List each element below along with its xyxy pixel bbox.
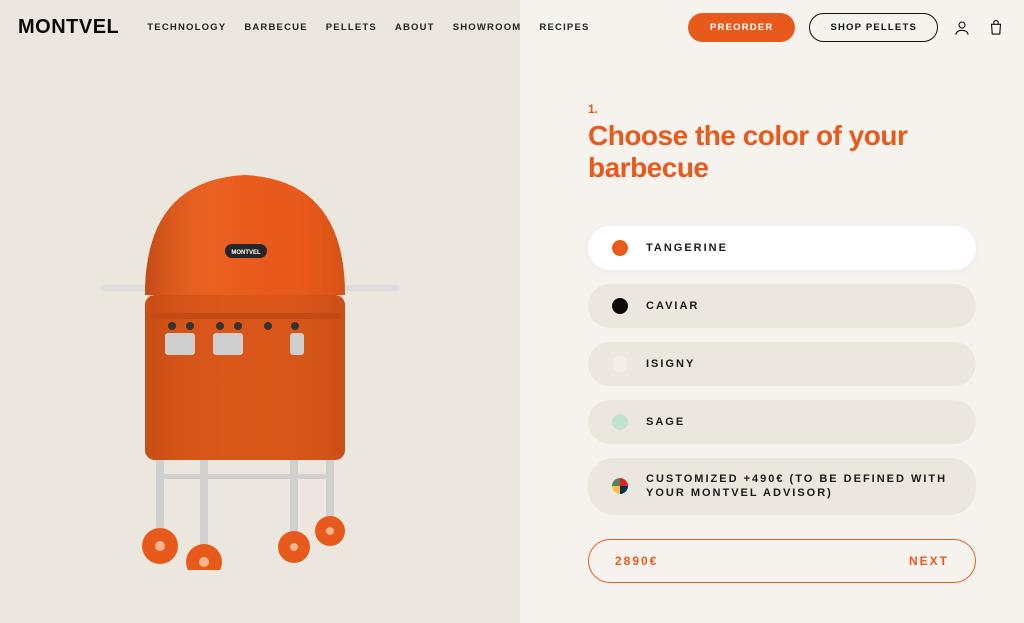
color-option-label: CAVIAR (646, 299, 699, 313)
color-option-label: SAGE (646, 415, 685, 429)
swatch-customized-icon (612, 478, 628, 494)
price-label: 2890€ (615, 554, 658, 568)
nav-pellets[interactable]: PELLETS (326, 22, 377, 33)
nav-recipes[interactable]: RECIPES (539, 22, 589, 33)
price-next-button[interactable]: 2890€ NEXT (588, 539, 976, 583)
color-option-sage[interactable]: SAGE (588, 400, 976, 444)
preorder-button[interactable]: PREORDER (688, 13, 795, 42)
next-label: NEXT (909, 554, 949, 568)
color-option-isigny[interactable]: ISIGNY (588, 342, 976, 386)
color-option-label: TANGERINE (646, 241, 728, 255)
swatch-tangerine (612, 240, 628, 256)
account-icon[interactable] (952, 18, 972, 38)
product-image: MONTVEL (90, 140, 410, 570)
shop-pellets-button[interactable]: SHOP PELLETS (809, 13, 938, 42)
main-nav: TECHNOLOGY BARBECUE PELLETS ABOUT SHOWRO… (147, 22, 589, 33)
nav-showroom[interactable]: SHOWROOM (453, 22, 522, 33)
nav-barbecue[interactable]: BARBECUE (244, 22, 307, 33)
svg-text:MONTVEL: MONTVEL (231, 250, 261, 256)
configurator-panel: 1. Choose the color of your barbecue TAN… (520, 0, 1024, 623)
nav-about[interactable]: ABOUT (395, 22, 435, 33)
nav-technology[interactable]: TECHNOLOGY (147, 22, 226, 33)
color-option-customized[interactable]: CUSTOMIZED +490€ (TO BE DEFINED WITH YOU… (588, 458, 976, 515)
color-option-list: TANGERINE CAVIAR ISIGNY SAGE CUSTOMIZED … (588, 226, 976, 515)
swatch-isigny (612, 356, 628, 372)
color-option-caviar[interactable]: CAVIAR (588, 284, 976, 328)
color-option-label: CUSTOMIZED +490€ (TO BE DEFINED WITH YOU… (646, 472, 952, 501)
step-number: 1. (588, 102, 976, 116)
step-title: Choose the color of your barbecue (588, 120, 976, 184)
color-option-label: ISIGNY (646, 357, 695, 371)
site-header: MONTVEL TECHNOLOGY BARBECUE PELLETS ABOU… (0, 0, 1024, 55)
swatch-caviar (612, 298, 628, 314)
cart-icon[interactable] (986, 18, 1006, 38)
color-option-tangerine[interactable]: TANGERINE (588, 226, 976, 270)
brand-logo[interactable]: MONTVEL (18, 16, 119, 39)
product-image-panel: MONTVEL (0, 0, 520, 623)
swatch-sage (612, 414, 628, 430)
